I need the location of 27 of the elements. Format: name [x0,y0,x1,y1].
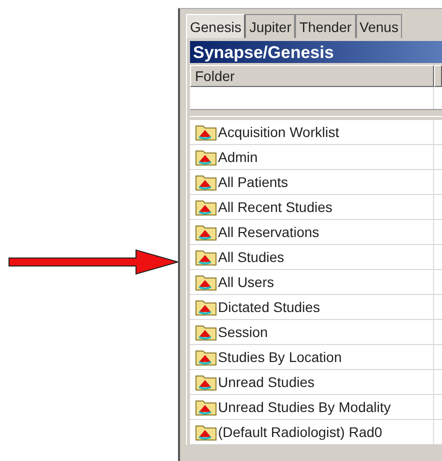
folder-name[interactable]: Admin [218,149,258,165]
folder-icon [195,423,217,441]
folder-icon [195,123,217,141]
folder-icon [195,273,217,291]
folder-icon [195,198,217,216]
folder-icon [195,248,217,266]
folder-name[interactable]: All Patients [218,174,288,190]
folder-name[interactable]: Session [218,324,268,340]
folder-name[interactable]: All Users [218,274,274,290]
folder-icon [195,173,217,191]
folder-icon [195,148,217,166]
splitter-bar[interactable] [190,109,442,117]
folder-icon [195,373,217,391]
empty-column-header[interactable] [434,65,442,87]
tab[interactable]: Genesis [186,14,246,38]
folder-icon [195,323,217,341]
folder-icon [195,298,217,316]
folder-icon [195,223,217,241]
folder-name[interactable]: All Studies [218,249,284,265]
column-header[interactable]: Folder [190,65,434,87]
tab[interactable]: Venus [356,14,402,38]
arrow-icon [8,249,180,275]
tab[interactable]: Jupiter [245,14,296,38]
panel-title: Synapse/Genesis [190,41,442,63]
folder-icon [195,348,217,366]
tab[interactable]: Thender [295,14,356,38]
folder-icon [195,398,217,416]
